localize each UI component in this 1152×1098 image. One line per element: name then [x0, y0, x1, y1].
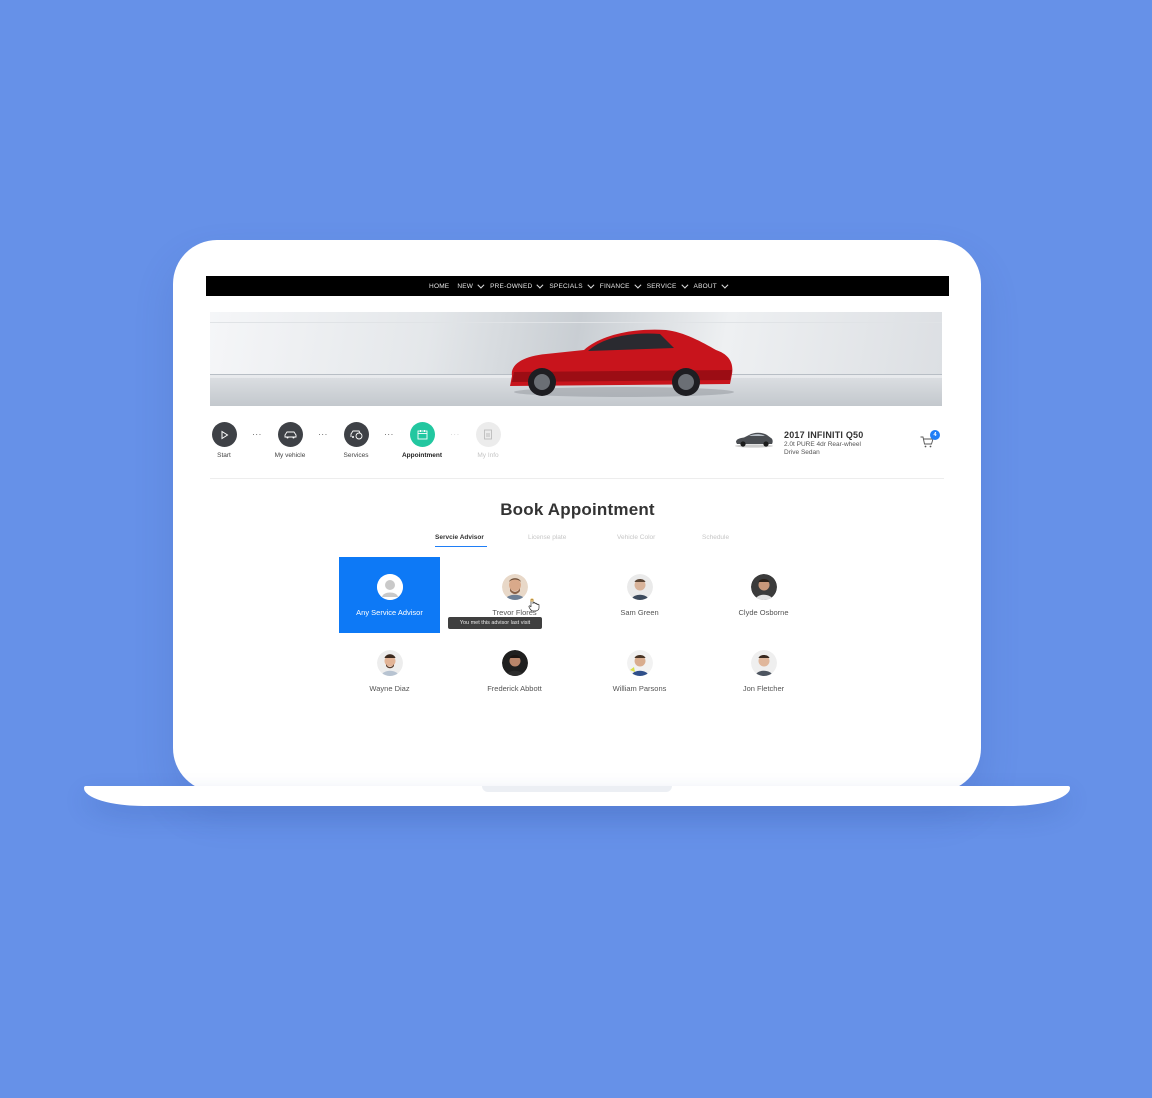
vehicle-thumbnail: [735, 432, 773, 448]
advisor-name: Clyde Osborne: [738, 608, 789, 617]
step-appointment[interactable]: Appointment: [402, 422, 442, 459]
nav-item-home[interactable]: HOME: [429, 283, 449, 290]
top-navigation: HOME NEW PRE-OWNED SPECIALS FINANCE SERV…: [206, 276, 949, 296]
nav-item-pre-owned[interactable]: PRE-OWNED: [490, 281, 544, 290]
tab-schedule[interactable]: Schedule: [702, 534, 729, 541]
advisor-card-william-parsons[interactable]: William Parsons: [589, 633, 690, 709]
advisor-name: Wayne Diaz: [369, 684, 410, 693]
step-connector: ···: [450, 430, 460, 439]
step-label: My vehicle: [274, 452, 306, 459]
avatar: [376, 650, 403, 676]
calendar-icon: [409, 422, 435, 447]
avatar: [626, 574, 653, 600]
vehicle-subtitle: 2.0t PURE 4dr Rear-wheel Drive Sedan: [784, 441, 861, 456]
laptop-base: [84, 786, 1070, 806]
chevron-down-icon: [721, 281, 729, 289]
car-icon: [277, 422, 303, 447]
step-label: Start: [217, 452, 231, 459]
web-page: HOME NEW PRE-OWNED SPECIALS FINANCE SERV…: [206, 276, 949, 738]
chevron-down-icon: [477, 281, 485, 289]
progress-steps: Start ··· My vehicle ··· Services ··· Ap…: [210, 422, 502, 459]
hand-cursor-icon: [528, 598, 540, 612]
advisor-name: Sam Green: [620, 608, 659, 617]
page-title: Book Appointment: [500, 500, 655, 519]
step-label: My Info: [477, 452, 499, 459]
advisor-name: Any Service Advisor: [356, 608, 423, 617]
cart-button[interactable]: 4: [920, 430, 940, 448]
active-tab-indicator: [435, 546, 487, 547]
nav-label: ABOUT: [693, 282, 717, 290]
step-my-vehicle[interactable]: My vehicle: [275, 422, 305, 459]
avatar: [501, 650, 528, 676]
laptop-notch: [482, 786, 672, 792]
chevron-down-icon: [680, 281, 688, 289]
step-connector: ···: [252, 430, 262, 439]
advisor-card-wayne-diaz[interactable]: Wayne Diaz: [339, 633, 440, 709]
tab-service-advisor[interactable]: Servcie Advisor: [435, 534, 484, 541]
nav-item-service[interactable]: SERVICE: [646, 281, 688, 290]
cart-count-badge: 4: [930, 430, 940, 440]
page-fade: [206, 700, 949, 760]
step-label: Services: [343, 452, 369, 459]
nav-item-about[interactable]: ABOUT: [693, 281, 729, 290]
step-my-info[interactable]: My Info: [474, 422, 502, 459]
id-card-icon: [475, 422, 501, 447]
tab-vehicle-color[interactable]: Vehicle Color: [617, 534, 655, 541]
advisor-card-any[interactable]: Any Service Advisor: [339, 557, 440, 633]
chevron-down-icon: [634, 281, 642, 289]
nav-label: FINANCE: [599, 282, 630, 290]
nav-item-finance[interactable]: FINANCE: [599, 281, 642, 290]
avatar-placeholder-icon: [376, 574, 403, 600]
chevron-down-icon: [587, 281, 595, 289]
advisor-card-clyde-osborne[interactable]: Clyde Osborne: [713, 557, 814, 633]
avatar: [501, 574, 528, 600]
advisor-card-frederick-abbott[interactable]: Frederick Abbott: [464, 633, 565, 709]
nav-label: PRE-OWNED: [490, 282, 533, 290]
step-connector: ···: [318, 430, 328, 439]
chevron-down-icon: [536, 281, 544, 289]
step-start[interactable]: Start: [210, 422, 238, 459]
nav-label: SERVICE: [646, 282, 677, 290]
nav-label: SPECIALS: [549, 282, 583, 290]
vehicle-title: 2017 INFINITI Q50: [784, 430, 864, 440]
advisor-name: William Parsons: [612, 684, 667, 693]
advisor-tooltip: You met this advisor last visit: [448, 617, 542, 629]
booking-tabs: Servcie Advisor License plate Vehicle Co…: [206, 534, 949, 548]
advisor-name: Jon Fletcher: [742, 684, 785, 693]
step-connector: ···: [384, 430, 394, 439]
advisor-name: Frederick Abbott: [487, 684, 542, 693]
nav-item-specials[interactable]: SPECIALS: [549, 281, 595, 290]
section-divider: [210, 478, 944, 479]
avatar: [750, 650, 777, 676]
step-services[interactable]: Services: [342, 422, 370, 459]
vehicle-summary: 2017 INFINITI Q50 2.0t PURE 4dr Rear-whe…: [734, 430, 874, 456]
hero-banner: [210, 312, 942, 406]
nav-item-new[interactable]: NEW: [457, 281, 485, 290]
nav-label: HOME: [429, 282, 450, 290]
nav-label: NEW: [457, 282, 474, 290]
play-icon: [211, 422, 237, 447]
avatar: [626, 650, 653, 676]
step-label: Appointment: [401, 452, 443, 459]
tab-license-plate[interactable]: License plate: [528, 534, 566, 541]
avatar: [750, 574, 777, 600]
hero-stripe: [210, 322, 942, 323]
red-car-image: [510, 329, 734, 397]
advisor-card-sam-green[interactable]: Sam Green: [589, 557, 690, 633]
advisor-card-jon-fletcher[interactable]: Jon Fletcher: [713, 633, 814, 709]
service-icon: [343, 422, 369, 447]
